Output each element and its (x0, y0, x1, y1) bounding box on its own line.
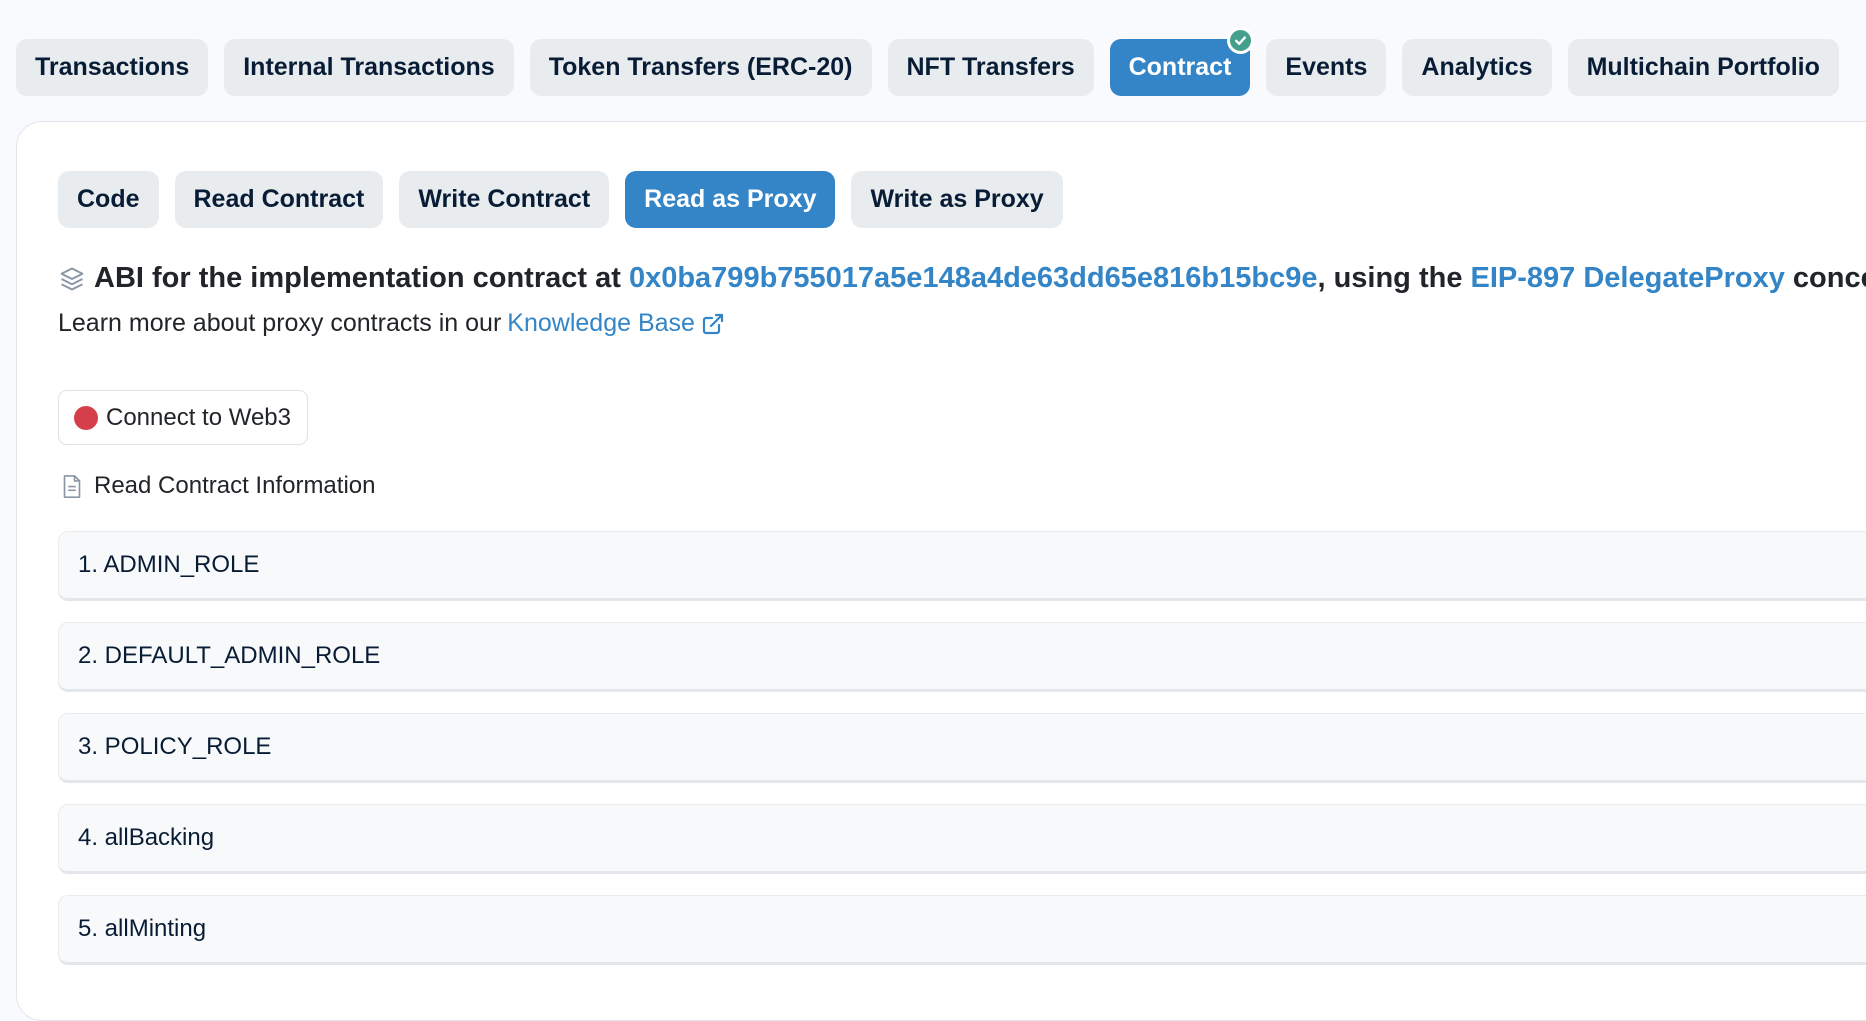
tab-contract-label: Contract (1128, 53, 1232, 81)
learn-more-line: Learn more about proxy contracts in our … (58, 309, 725, 338)
tab-analytics[interactable]: Analytics (1402, 39, 1552, 96)
read-contract-info: Read Contract Information (62, 472, 375, 500)
contract-sub-tabs: Code Read Contract Write Contract Read a… (58, 171, 1063, 228)
red-dot-icon (74, 405, 98, 430)
learn-more-text: Learn more about proxy contracts in our (58, 309, 502, 337)
tab-multichain-portfolio[interactable]: Multichain Portfolio (1567, 39, 1839, 96)
function-list: 1. ADMIN_ROLE 2. DEFAULT_ADMIN_ROLE 3. P… (58, 531, 1866, 986)
abi-suffix-text: concept. (1792, 262, 1866, 294)
connect-web3-label: Connect to Web3 (106, 403, 292, 431)
connect-web3-button[interactable]: Connect to Web3 (58, 390, 309, 445)
knowledge-base-label: Knowledge Base (507, 309, 695, 337)
subtab-read-as-proxy[interactable]: Read as Proxy (625, 171, 836, 228)
eip-897-link[interactable]: EIP-897 DelegateProxy (1471, 262, 1785, 295)
abi-prefix-text: ABI for the implementation contract at (94, 262, 629, 294)
function-item-admin-role[interactable]: 1. ADMIN_ROLE (58, 531, 1866, 601)
function-item-default-admin-role[interactable]: 2. DEFAULT_ADMIN_ROLE (58, 622, 1866, 692)
function-item-policy-role[interactable]: 3. POLICY_ROLE (58, 713, 1866, 783)
external-link-icon (702, 313, 724, 334)
tab-nft-transfers[interactable]: NFT Transfers (887, 39, 1094, 96)
top-tab-bar: Transactions Internal Transactions Token… (16, 27, 1839, 96)
function-item-all-minting[interactable]: 5. allMinting (58, 895, 1866, 965)
tab-transactions[interactable]: Transactions (16, 39, 209, 96)
check-circle-icon (1227, 27, 1255, 54)
subtab-write-contract[interactable]: Write Contract (399, 171, 610, 228)
knowledge-base-link[interactable]: Knowledge Base (507, 309, 725, 338)
subtab-read-contract[interactable]: Read Contract (174, 171, 384, 228)
abi-middle-text: , using the (1317, 262, 1471, 294)
abi-description: ABI for the implementation contract at 0… (58, 262, 1866, 295)
read-info-label: Read Contract Information (94, 472, 376, 499)
tab-internal-transactions[interactable]: Internal Transactions (224, 39, 514, 96)
function-item-all-backing[interactable]: 4. allBacking (58, 804, 1866, 874)
tab-contract[interactable]: Contract (1109, 27, 1255, 96)
subtab-code[interactable]: Code (58, 171, 159, 228)
tab-events[interactable]: Events (1266, 39, 1387, 96)
tab-token-transfers[interactable]: Token Transfers (ERC-20) (529, 39, 872, 96)
layers-icon (58, 265, 86, 293)
subtab-write-as-proxy[interactable]: Write as Proxy (851, 171, 1063, 228)
implementation-address-link[interactable]: 0x0ba799b755017a5e148a4de63dd65e816b15bc… (629, 262, 1318, 295)
document-icon (63, 474, 81, 498)
